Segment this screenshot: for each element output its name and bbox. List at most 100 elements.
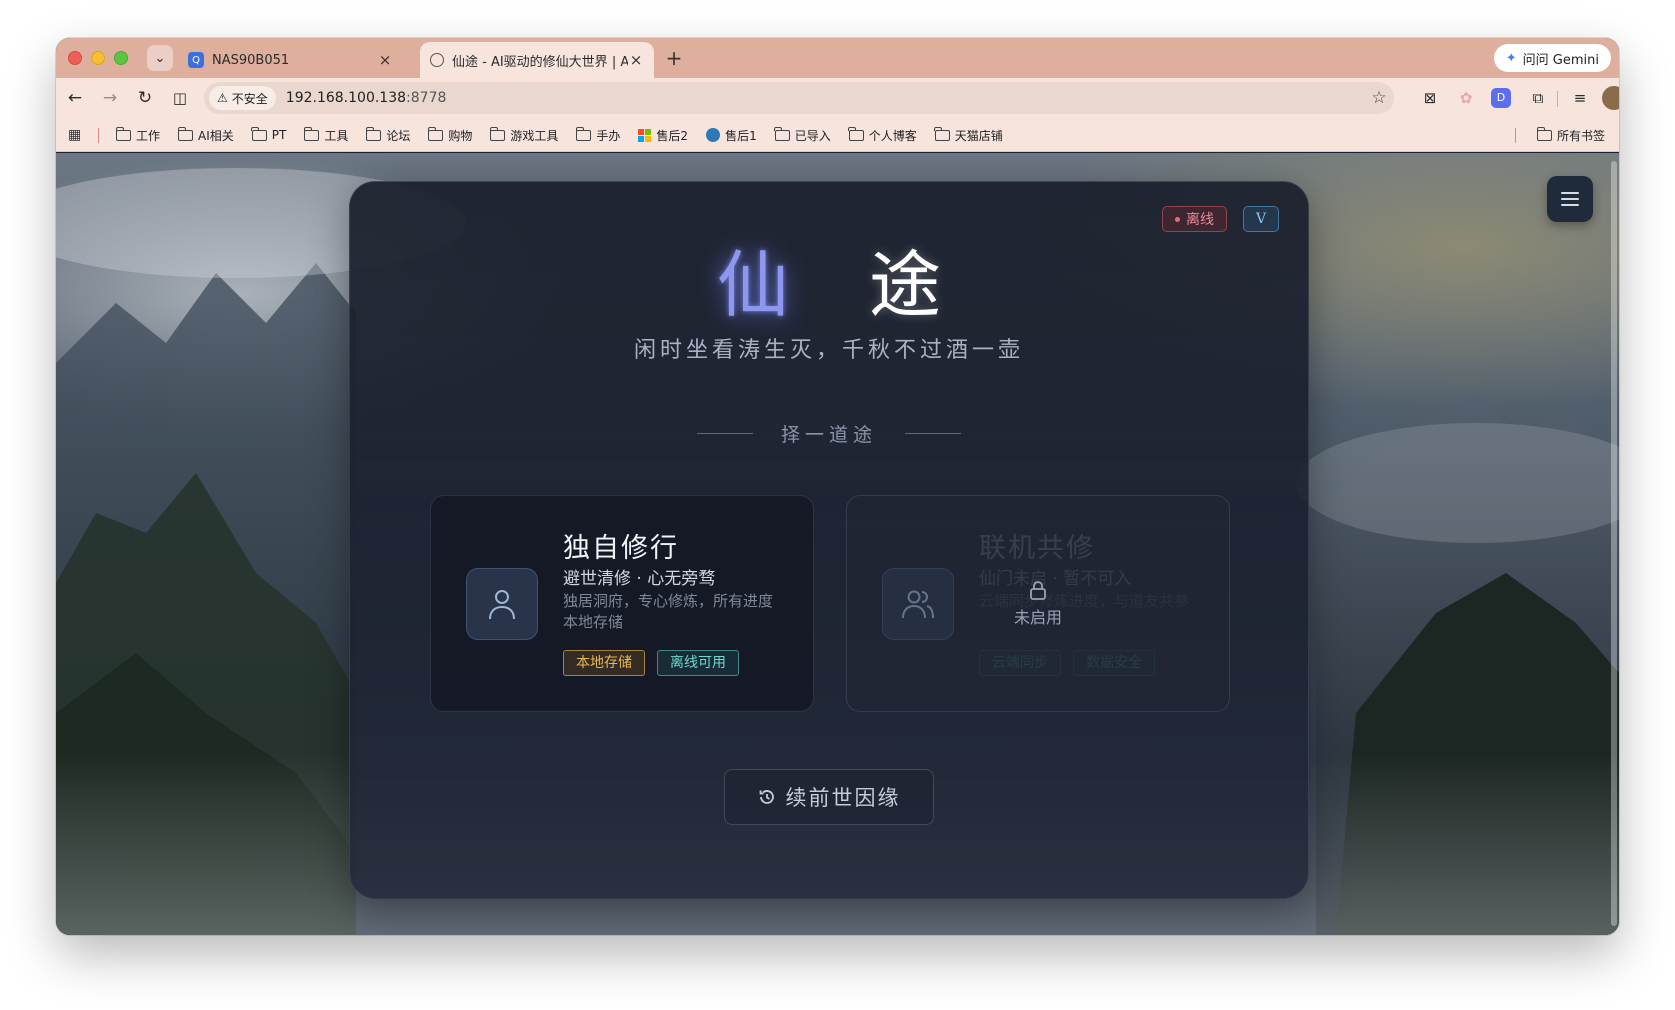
bookmark-label: 论坛: [386, 128, 411, 143]
resume-label: 续前世因缘: [785, 786, 901, 810]
address-bar[interactable]: ⚠ 不安全 192.168.100.138:8778 ☆: [204, 82, 1394, 114]
tab-search-chevron-icon[interactable]: ⌄: [147, 45, 173, 71]
bookmark-item[interactable]: 游戏工具: [489, 126, 559, 144]
bookmark-star-icon[interactable]: ☆: [1364, 88, 1394, 108]
card-title: 独自修行: [563, 533, 679, 564]
card-subtitle: 避世清修 · 心无旁骛: [563, 569, 716, 589]
browser-toolbar: ← → ↻ ◫ ⚠ 不安全 192.168.100.138:8778 ☆ ⊠ ✿…: [56, 78, 1619, 118]
folder-icon: [774, 126, 790, 141]
bookmarks-separator: [98, 128, 99, 143]
folder-icon: [427, 126, 444, 141]
extensions-puzzle-icon[interactable]: ⧉: [1526, 86, 1550, 110]
title-char-tu: 途: [869, 243, 942, 327]
page-scrollbar[interactable]: [1611, 161, 1617, 926]
back-arrow-icon[interactable]: ←: [62, 85, 88, 111]
security-label: 不安全: [231, 91, 268, 106]
status-dot-icon: [1175, 216, 1180, 222]
section-heading: 择一道途: [350, 420, 1308, 447]
tag-local-storage: 本地存储: [563, 650, 645, 676]
app-subtitle: 闲时坐看涛生灭，千秋不过酒一壶: [633, 338, 1024, 363]
card-description: 独居洞府，专心修炼，所有进度本地存储: [563, 592, 774, 631]
bookmark-label: 手办: [596, 128, 621, 143]
title-char-xian: 仙: [716, 243, 789, 327]
bookmark-item[interactable]: 工作: [115, 126, 160, 144]
tab-xiantu[interactable]: 仙途 - AI驱动的修仙大世界 | AI ×: [420, 42, 654, 78]
url-text[interactable]: 192.168.100.138:8778: [286, 90, 1364, 106]
bookmark-label: AI相关: [198, 128, 234, 143]
bookmark-item[interactable]: 购物: [427, 126, 472, 144]
page-viewport: 离线 V 仙 途 闲时坐看涛生灭，千秋不过酒一壶 择一道途 独自修行 避世清修 …: [56, 153, 1619, 935]
tab-title: NAS90B051: [212, 52, 290, 68]
site-icon: [706, 128, 721, 142]
bookmark-item[interactable]: PT: [251, 126, 287, 142]
online-mode-card: 联机共修 仙门未启 · 暂不可入 云端同步修炼进度，与道友共参 云端同步 数据安…: [846, 495, 1230, 712]
app-title: 仙 途: [350, 240, 1308, 330]
folder-icon: [115, 126, 131, 141]
folder-icon: [489, 126, 506, 141]
version-badge[interactable]: V: [1243, 206, 1279, 232]
bookmark-label: 天猫店铺: [954, 128, 1003, 143]
user-icon: [466, 568, 538, 640]
gemini-sparkle-icon: ✦: [1505, 50, 1517, 66]
divider-line: [696, 433, 753, 434]
bookmark-item[interactable]: 个人博客: [848, 126, 917, 144]
nas-favicon-icon: Q: [188, 52, 204, 68]
folder-icon: [177, 126, 194, 141]
close-window-button[interactable]: [68, 51, 82, 65]
reload-icon[interactable]: ↻: [132, 85, 158, 111]
gemini-button[interactable]: ✦ 问问 Gemini: [1493, 44, 1611, 72]
toolbar-separator: [1557, 91, 1558, 107]
locked-overlay: 未启用: [847, 496, 1229, 711]
tab-close-icon[interactable]: ×: [377, 51, 393, 69]
split-view-icon[interactable]: ◫: [167, 85, 193, 111]
solo-mode-card[interactable]: 独自修行 避世清修 · 心无旁骛 独居洞府，专心修炼，所有进度本地存储 本地存储…: [430, 495, 814, 712]
browser-window: ⌄ Q NAS90B051 × 仙途 - AI驱动的修仙大世界 | AI × +…: [56, 38, 1619, 935]
folder-icon: [365, 126, 382, 141]
folder-icon: [1536, 126, 1552, 141]
status-label: 离线: [1186, 212, 1214, 228]
tab-nas[interactable]: Q NAS90B051 ×: [178, 42, 403, 78]
globe-icon: [430, 53, 444, 67]
history-icon: [759, 790, 774, 804]
profile-avatar[interactable]: [1602, 86, 1619, 110]
status-badge: 离线: [1162, 206, 1227, 232]
hamburger-menu-button[interactable]: [1547, 176, 1593, 222]
url-host: 192.168.100.138: [285, 90, 407, 106]
extension-blue-icon[interactable]: D: [1491, 88, 1511, 108]
folder-icon: [934, 126, 950, 141]
minimize-window-button[interactable]: [91, 51, 105, 65]
bookmark-label: PT: [271, 128, 287, 142]
extension-pink-icon[interactable]: ✿: [1454, 86, 1478, 110]
bookmark-item[interactable]: 论坛: [365, 126, 411, 144]
tag-offline-available: 离线可用: [657, 650, 739, 676]
divider-line: [905, 433, 961, 434]
locked-label: 未启用: [1013, 607, 1062, 627]
maximize-window-button[interactable]: [114, 51, 128, 65]
windows-logo-icon: [638, 128, 652, 142]
lock-icon: [1030, 580, 1046, 600]
bookmark-item[interactable]: AI相关: [177, 126, 234, 144]
bookmarks-separator: [1515, 128, 1516, 143]
forward-arrow-icon[interactable]: →: [97, 85, 123, 111]
section-heading-text: 择一道途: [780, 424, 877, 446]
media-control-icon[interactable]: ≡: [1568, 86, 1592, 110]
main-panel: 离线 V 仙 途 闲时坐看涛生灭，千秋不过酒一壶 择一道途 独自修行 避世清修 …: [349, 181, 1309, 899]
extension-screenshot-icon[interactable]: ⊠: [1418, 86, 1442, 110]
all-bookmarks-button[interactable]: 所有书签: [1536, 118, 1605, 152]
bookmark-item[interactable]: 天猫店铺: [934, 126, 1003, 144]
tab-title: 仙途 - AI驱动的修仙大世界 | AI: [452, 54, 628, 70]
all-bookmarks-label: 所有书签: [1556, 128, 1605, 143]
apps-grid-icon[interactable]: ▦: [68, 127, 81, 143]
bookmark-label: 游戏工具: [510, 128, 559, 143]
bookmark-item[interactable]: 售后1: [706, 127, 757, 144]
bookmark-item[interactable]: 工具: [303, 126, 348, 144]
security-indicator[interactable]: ⚠ 不安全: [209, 86, 276, 110]
bookmark-label: 售后1: [725, 128, 757, 143]
bookmark-item[interactable]: 已导入: [774, 126, 831, 144]
bookmark-label: 已导入: [794, 128, 831, 143]
bookmark-item[interactable]: 售后2: [638, 127, 688, 144]
new-tab-button[interactable]: +: [662, 46, 686, 70]
resume-game-button[interactable]: 续前世因缘: [724, 769, 934, 825]
tab-close-icon[interactable]: ×: [628, 51, 644, 69]
bookmark-item[interactable]: 手办: [576, 126, 621, 144]
